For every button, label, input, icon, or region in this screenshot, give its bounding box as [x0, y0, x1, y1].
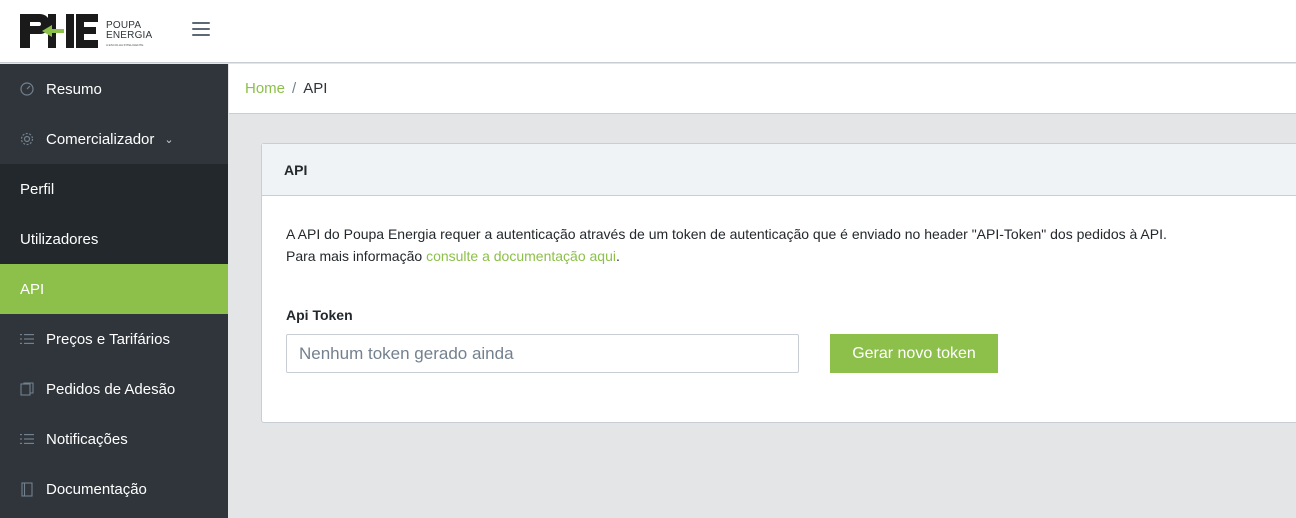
sidebar-item-label: Utilizadores	[20, 230, 99, 248]
brand-tagline: A ESCOLHA INTELIGENTE	[106, 43, 144, 47]
chevron-down-icon: ⌄	[164, 133, 174, 146]
breadcrumb-current: API	[303, 80, 328, 97]
speedometer-icon	[20, 82, 34, 96]
api-token-input[interactable]	[286, 334, 799, 373]
sidebar-item-documentacao[interactable]: Documentação	[0, 464, 228, 514]
hamburger-icon[interactable]	[192, 22, 210, 36]
breadcrumb-separator: /	[292, 80, 297, 97]
token-label: Api Token	[286, 307, 353, 323]
api-card: API A API do Poupa Energia requer a aute…	[261, 143, 1296, 423]
sidebar-item-label: Pedidos de Adesão	[46, 380, 176, 398]
sidebar-item-resumo[interactable]: Resumo	[0, 64, 228, 114]
token-row: Gerar novo token	[286, 334, 1286, 374]
sidebar-item-label: Notificações	[46, 430, 128, 448]
sidebar-item-label: Perfil	[20, 180, 55, 198]
api-description: A API do Poupa Energia requer a autentic…	[286, 226, 1167, 242]
list-icon	[20, 332, 34, 346]
sidebar-item-pedidos[interactable]: Pedidos de Adesão	[0, 364, 228, 414]
sidebar-item-label: Preços e Tarifários	[46, 330, 170, 348]
sidebar-item-comercializador[interactable]: Comercializador ⌄	[0, 114, 228, 164]
documentation-link[interactable]: consulte a documentação aqui	[426, 248, 616, 264]
sidebar-item-notificacoes[interactable]: Notificações	[0, 414, 228, 464]
sidebar-item-utilizadores[interactable]: Utilizadores	[0, 214, 228, 264]
more-info-prefix: Para mais informação	[286, 248, 427, 264]
gear-icon	[20, 132, 34, 146]
sidebar-item-label: Comercializador	[46, 130, 155, 148]
card-body: A API do Poupa Energia requer a autentic…	[262, 196, 1296, 374]
logo-mark-icon	[20, 14, 98, 48]
sidebar-item-label: Documentação	[46, 480, 147, 498]
brand-line2: ENERGIA	[106, 30, 153, 41]
breadcrumb: Home / API	[229, 64, 1296, 114]
sidebar-item-api[interactable]: API	[0, 264, 228, 314]
breadcrumb-home-link[interactable]: Home	[245, 80, 285, 97]
generate-token-button[interactable]: Gerar novo token	[830, 334, 998, 373]
card-title: API	[262, 144, 1296, 196]
sidebar-item-precos[interactable]: Preços e Tarifários	[0, 314, 228, 364]
docs-icon	[20, 382, 34, 396]
brand-name: POUPA ENERGIA	[106, 21, 152, 41]
list-icon	[20, 432, 34, 446]
top-header: POUPA ENERGIA A ESCOLHA INTELIGENTE	[0, 0, 1296, 63]
more-info-line: Para mais informação consulte a document…	[286, 245, 1286, 267]
sidebar-item-perfil[interactable]: Perfil	[0, 164, 228, 214]
sidebar: Resumo Comercializador ⌄ Perfil Utilizad…	[0, 64, 228, 518]
more-info-suffix: .	[615, 248, 620, 264]
sidebar-item-label: Resumo	[46, 80, 102, 98]
book-icon	[20, 481, 34, 497]
logo[interactable]: POUPA ENERGIA A ESCOLHA INTELIGENTE	[18, 10, 178, 52]
sidebar-item-label: API	[20, 280, 45, 298]
